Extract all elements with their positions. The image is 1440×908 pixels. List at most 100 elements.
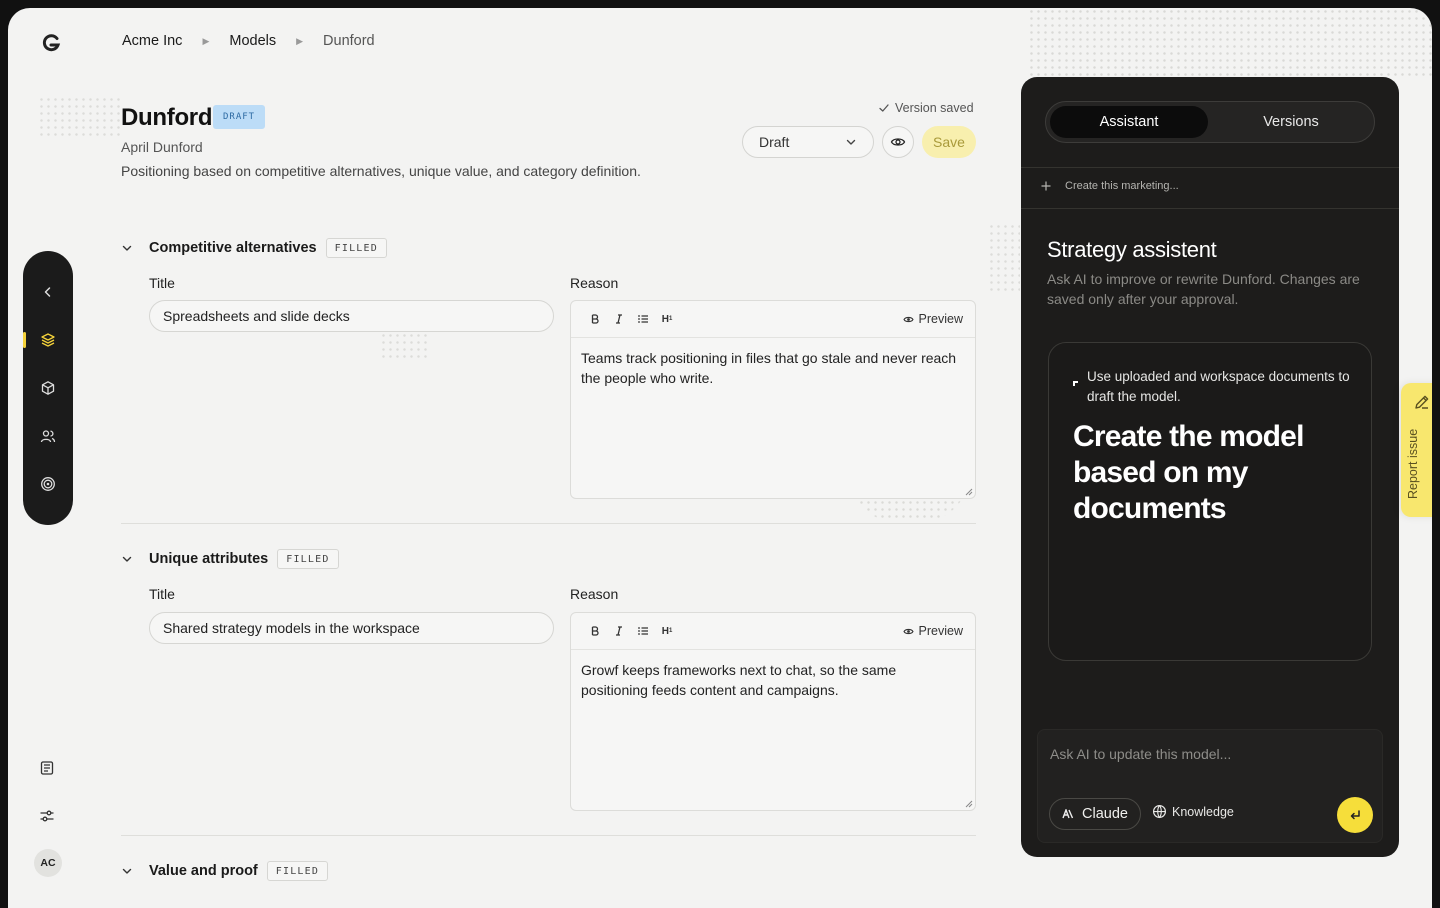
create-chat-button[interactable]: Create this marketing... (1041, 180, 1179, 192)
pencil-icon (1415, 395, 1429, 409)
eye-icon (890, 138, 906, 146)
status-badge: DRAFT (213, 105, 266, 129)
heading-icon[interactable]: H1 (655, 307, 679, 331)
sidebar-rail (23, 251, 73, 525)
page-author: April Dunford (121, 139, 203, 155)
corner-mark-icon (1073, 381, 1078, 386)
suggestion-card[interactable]: Use uploaded and workspace documents to … (1048, 342, 1372, 661)
suggestion-subtitle: Use uploaded and workspace documents to … (1073, 367, 1353, 407)
section-status-badge: FILLED (325, 238, 387, 258)
chevron-right-icon: ▶ (202, 35, 210, 46)
breadcrumb-models[interactable]: Models (229, 33, 276, 49)
status-select[interactable]: Draft (742, 126, 874, 158)
reason-label: Reason (570, 275, 619, 291)
chat-placeholder: Ask AI to update this model... (1050, 746, 1232, 762)
logo-icon[interactable] (40, 32, 62, 54)
collapse-button[interactable] (23, 277, 73, 307)
enter-icon (1350, 810, 1360, 820)
layers-icon (41, 333, 55, 347)
suggestion-title: Create the model based on my documents (1073, 420, 1304, 525)
create-chat-label: Create this marketing... (1065, 180, 1179, 192)
reason-label: Reason (570, 586, 619, 602)
avatar[interactable]: AC (34, 849, 62, 877)
users-icon (40, 430, 56, 443)
bold-icon[interactable] (583, 619, 607, 643)
section-title: Unique attributes (149, 551, 269, 567)
reason-text[interactable]: Teams track positioning in files that go… (571, 338, 975, 398)
section-status-badge: FILLED (277, 549, 339, 569)
section-header[interactable]: Competitive alternatives FILLED (121, 238, 387, 258)
section-divider (121, 835, 976, 836)
chevron-right-icon: ▶ (296, 35, 304, 46)
settings-button[interactable] (36, 805, 58, 827)
title-label: Title (149, 275, 175, 291)
section-title: Value and proof (149, 863, 258, 879)
panel-divider (1021, 208, 1399, 209)
dot-pattern-left (38, 96, 122, 138)
sidebar-item-audience[interactable] (23, 421, 73, 451)
list-icon[interactable] (631, 307, 655, 331)
version-status-label: Version saved (895, 101, 974, 115)
resize-handle-icon[interactable] (965, 488, 973, 496)
resize-handle-icon[interactable] (965, 800, 973, 808)
section-status-badge: FILLED (266, 861, 329, 881)
editor-toolbar: H1 Preview (571, 613, 975, 650)
page-description: Positioning based on competitive alterna… (121, 163, 641, 179)
sliders-icon (40, 810, 54, 822)
section-divider (121, 523, 976, 524)
section-header[interactable]: Unique attributes FILLED (121, 549, 339, 569)
chevron-down-icon[interactable] (121, 242, 137, 254)
knowledge-button[interactable]: Knowledge (1152, 804, 1234, 819)
chevron-down-icon[interactable] (121, 865, 137, 877)
sidebar-item-products[interactable] (23, 373, 73, 403)
page-title: Dunford (121, 104, 213, 131)
list-icon[interactable] (631, 619, 655, 643)
anthropic-icon (1062, 809, 1074, 819)
report-issue-button[interactable]: Report issue (1401, 383, 1432, 517)
cube-icon (41, 381, 55, 395)
title-input[interactable]: Spreadsheets and slide decks (149, 300, 554, 332)
newspaper-icon (40, 761, 54, 775)
section-header[interactable]: Value and proof FILLED (121, 861, 329, 881)
assistant-panel: Assistant Versions Create this marketing… (1021, 77, 1399, 857)
italic-icon[interactable] (607, 619, 631, 643)
chevron-left-icon (44, 287, 51, 297)
panel-divider (1021, 167, 1399, 168)
editor-preview-label: Preview (918, 312, 963, 326)
panel-tabs: Assistant Versions (1045, 101, 1375, 143)
bold-icon[interactable] (583, 307, 607, 331)
reason-editor[interactable]: H1 Preview Growf keeps frameworks next t… (570, 612, 976, 811)
model-select-button[interactable]: Claude (1049, 798, 1141, 830)
editor-preview-button[interactable]: Preview (902, 312, 963, 326)
eye-icon (902, 628, 914, 634)
chat-input[interactable]: Ask AI to update this model... Claude Kn… (1037, 729, 1383, 843)
save-button[interactable]: Save (922, 126, 976, 158)
breadcrumb-workspace[interactable]: Acme Inc (122, 33, 182, 49)
docs-button[interactable] (36, 757, 58, 779)
editor-toolbar: H1 Preview (571, 301, 975, 338)
eye-icon (902, 316, 914, 322)
sidebar-item-goals[interactable] (23, 469, 73, 499)
report-issue-label: Report issue (1406, 428, 1420, 499)
section-title: Competitive alternatives (149, 240, 317, 256)
plus-icon (1041, 181, 1051, 191)
send-button[interactable] (1337, 797, 1373, 833)
tab-versions[interactable]: Versions (1212, 106, 1370, 138)
knowledge-label: Knowledge (1172, 804, 1234, 819)
italic-icon[interactable] (607, 307, 631, 331)
preview-button[interactable] (882, 126, 914, 158)
editor-preview-button[interactable]: Preview (902, 624, 963, 638)
reason-text[interactable]: Growf keeps frameworks next to chat, so … (571, 650, 975, 710)
breadcrumb: Acme Inc ▶ Models ▶ Dunford (122, 33, 375, 49)
heading-icon[interactable]: H1 (655, 619, 679, 643)
reason-editor[interactable]: H1 Preview Teams track positioning in fi… (570, 300, 976, 499)
dot-pattern-top-right (1028, 8, 1432, 78)
chevron-down-icon[interactable] (121, 553, 137, 565)
tab-assistant[interactable]: Assistant (1050, 106, 1208, 138)
title-label: Title (149, 586, 175, 602)
version-status: Version saved (878, 101, 974, 115)
editor-preview-label: Preview (918, 624, 963, 638)
title-input[interactable]: Shared strategy models in the workspace (149, 612, 554, 644)
sidebar-item-models[interactable] (23, 325, 73, 355)
dot-pattern-mid (988, 223, 1020, 293)
